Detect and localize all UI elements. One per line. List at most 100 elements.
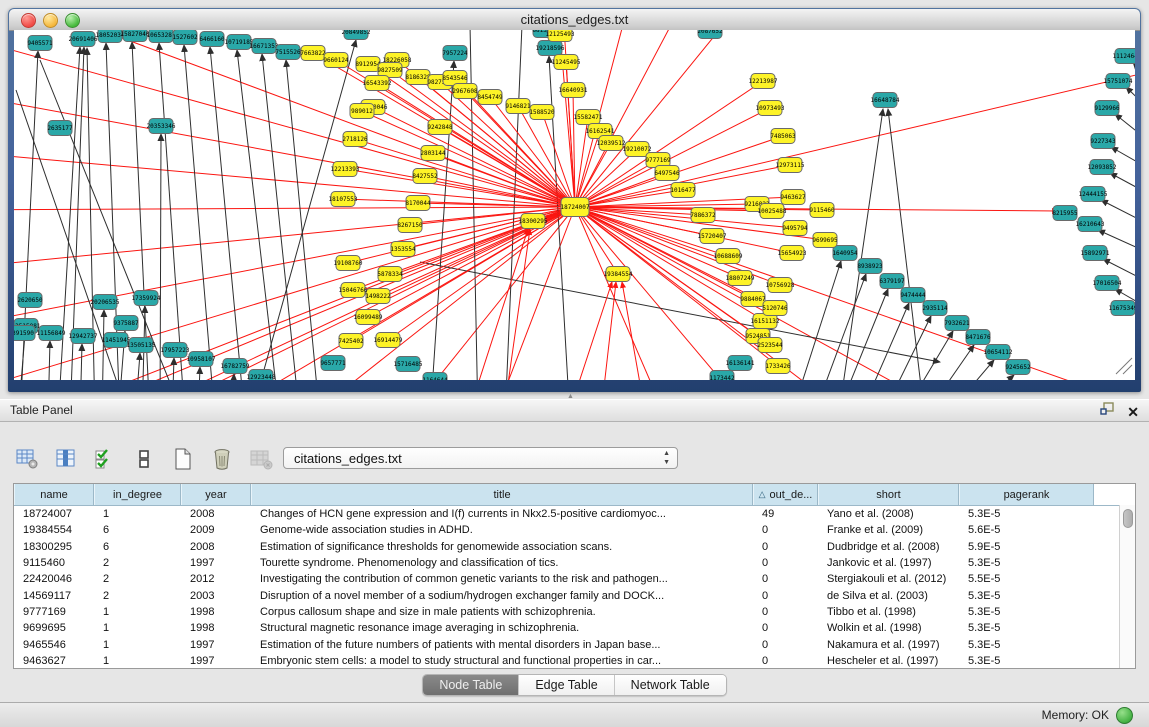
select-all-rows-icon[interactable] (92, 446, 118, 472)
table-cell[interactable]: 18724007 (14, 508, 94, 520)
column-header-name[interactable]: name (14, 484, 94, 505)
table-row[interactable]: 1938455462009Genome-wide association stu… (14, 522, 1135, 538)
table-cell[interactable]: 1997 (181, 557, 251, 569)
table-cell[interactable]: 2008 (181, 541, 251, 553)
network-edge[interactable] (14, 207, 575, 380)
network-edge[interactable] (14, 150, 575, 207)
network-edge[interactable] (262, 54, 300, 380)
network-edge[interactable] (1110, 173, 1135, 200)
table-cell[interactable]: 5.5E-5 (959, 573, 1094, 585)
table-row[interactable]: 2242004622012Investigating the contribut… (14, 571, 1135, 587)
scrollbar-thumb[interactable] (1123, 509, 1133, 528)
column-header-title[interactable]: title (251, 484, 753, 505)
table-cell[interactable]: Wolkin et al. (1998) (818, 622, 959, 634)
table-cell[interactable]: 5.3E-5 (959, 655, 1094, 667)
table-cell[interactable]: 0 (753, 573, 818, 585)
table-cell[interactable]: Embryonic stem cells: a model to study s… (251, 655, 753, 667)
close-panel-icon[interactable]: ✕ (1127, 404, 1139, 420)
network-edge[interactable] (880, 316, 931, 380)
network-window-titlebar[interactable]: citations_edges.txt (9, 9, 1140, 31)
network-edge[interactable] (160, 134, 161, 380)
table-cell[interactable]: 6 (94, 541, 181, 553)
column-header-in_degree[interactable]: in_degree (94, 484, 181, 505)
table-row[interactable]: 911546021997Tourette syndrome. Phenomeno… (14, 555, 1135, 571)
network-edge[interactable] (14, 207, 575, 210)
network-edge[interactable] (575, 60, 1135, 207)
table-cell[interactable]: 0 (753, 524, 818, 536)
column-header-out_de[interactable]: △out_de... (753, 484, 818, 505)
table-cell[interactable]: 0 (753, 655, 818, 667)
network-edge[interactable] (420, 262, 940, 362)
table-cell[interactable]: 5.3E-5 (959, 606, 1094, 618)
table-cell[interactable]: Tibbo et al. (1998) (818, 606, 959, 618)
network-edge[interactable] (575, 207, 680, 380)
network-edge[interactable] (838, 109, 883, 380)
network-edge[interactable] (172, 358, 174, 380)
table-row[interactable]: 1456911722003Disruption of a novel membe… (14, 587, 1135, 603)
table-cell[interactable]: 19384554 (14, 524, 94, 536)
table-cell[interactable]: 0 (753, 590, 818, 602)
table-cell[interactable]: 1997 (181, 655, 251, 667)
table-cell[interactable]: 2012 (181, 573, 251, 585)
table-cell[interactable]: 9699695 (14, 622, 94, 634)
table-cell[interactable]: 2008 (181, 508, 251, 520)
table-cell[interactable]: 2 (94, 557, 181, 569)
network-edge[interactable] (40, 207, 575, 380)
network-canvas[interactable]: 9405571206914061805203415827040106532871… (14, 30, 1135, 380)
table-cell[interactable]: de Silva et al. (2003) (818, 590, 959, 602)
table-row[interactable]: 946554611997Estimation of the future num… (14, 636, 1135, 652)
table-cell[interactable]: 9465546 (14, 639, 94, 651)
table-cell[interactable]: 0 (753, 557, 818, 569)
table-cell[interactable]: Investigating the contribution of common… (251, 573, 753, 585)
tab-network-table[interactable]: Network Table (615, 675, 726, 695)
create-column-icon[interactable] (170, 446, 196, 472)
network-edge[interactable] (1101, 200, 1135, 230)
table-cell[interactable]: 5.6E-5 (959, 524, 1094, 536)
network-edge[interactable] (210, 47, 245, 380)
network-edge[interactable] (560, 282, 612, 380)
network-edge[interactable] (835, 289, 888, 380)
table-cell[interactable]: 1 (94, 655, 181, 667)
tab-node-table[interactable]: Node Table (423, 675, 519, 695)
table-cell[interactable]: 2 (94, 573, 181, 585)
show-columns-icon[interactable] (53, 446, 79, 472)
table-cell[interactable]: 5.3E-5 (959, 508, 1094, 520)
table-cell[interactable]: 14569117 (14, 590, 94, 602)
network-edge[interactable] (922, 345, 974, 380)
table-cell[interactable]: Franke et al. (2009) (818, 524, 959, 536)
table-cell[interactable]: Stergiakouli et al. (2012) (818, 573, 959, 585)
float-window-icon[interactable] (1100, 402, 1115, 421)
network-edge[interactable] (963, 375, 1014, 380)
network-edge[interactable] (575, 207, 1135, 380)
table-cell[interactable]: 18300295 (14, 541, 94, 553)
table-cell[interactable]: Changes of HCN gene expression and I(f) … (251, 508, 753, 520)
table-cell[interactable]: 1 (94, 622, 181, 634)
vertical-scrollbar[interactable] (1119, 505, 1135, 668)
delete-column-icon[interactable] (209, 446, 235, 472)
network-edge[interactable] (362, 111, 575, 207)
table-cell[interactable]: Tourette syndrome. Phenomenology and cla… (251, 557, 753, 569)
network-edge[interactable] (500, 229, 530, 380)
table-cell[interactable]: Corpus callosum shape and size in male p… (251, 606, 753, 618)
table-cell[interactable]: 5.9E-5 (959, 541, 1094, 553)
resize-grip-icon[interactable] (1116, 358, 1132, 374)
table-cell[interactable]: 1998 (181, 622, 251, 634)
table-cell[interactable]: 9463627 (14, 655, 94, 667)
table-cell[interactable]: 0 (753, 541, 818, 553)
table-cell[interactable]: 0 (753, 639, 818, 651)
tab-edge-table[interactable]: Edge Table (519, 675, 614, 695)
table-cell[interactable]: Genome-wide association studies in ADHD. (251, 524, 753, 536)
table-cell[interactable]: Structural magnetic resonance image aver… (251, 622, 753, 634)
table-row[interactable]: 969969511998Structural magnetic resonanc… (14, 620, 1135, 636)
selection-mode-icon[interactable] (131, 446, 157, 472)
table-row[interactable]: 1830029562008Estimation of significance … (14, 539, 1135, 555)
table-cell[interactable]: 5.3E-5 (959, 622, 1094, 634)
network-edge[interactable] (1133, 62, 1135, 93)
network-edge[interactable] (184, 45, 215, 380)
table-cell[interactable]: Estimation of significance thresholds fo… (251, 541, 753, 553)
table-row[interactable]: 977716911998Corpus callosum shape and si… (14, 604, 1135, 620)
network-edge[interactable] (1126, 87, 1135, 120)
column-header-pagerank[interactable]: pagerank (959, 484, 1094, 505)
table-cell[interactable]: 1998 (181, 606, 251, 618)
table-cell[interactable]: Jankovic et al. (1997) (818, 557, 959, 569)
